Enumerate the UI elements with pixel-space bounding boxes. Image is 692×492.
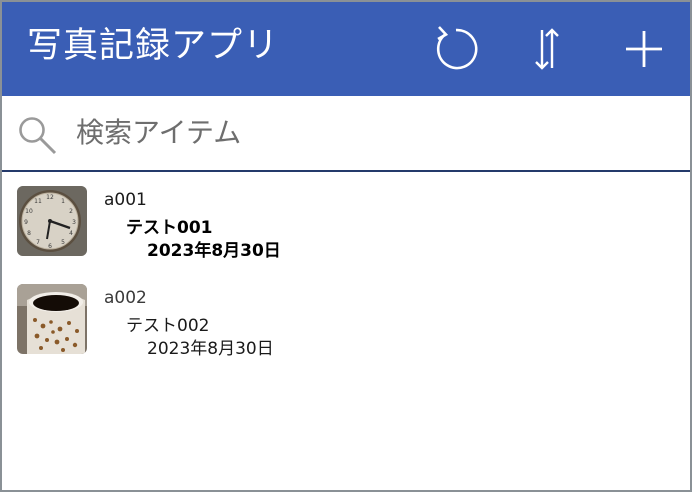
list-item[interactable]: a002 テスト002 2023年8月30日 — [2, 270, 690, 368]
search-bar — [2, 96, 690, 172]
app-title: 写真記録アプリ — [27, 26, 280, 66]
svg-text:12: 12 — [46, 194, 54, 201]
svg-text:7: 7 — [36, 239, 40, 246]
search-icon — [19, 117, 57, 155]
clock-photo: 12 1 2 3 4 5 6 7 8 9 10 11 — [17, 186, 87, 256]
item-date: 2023年8月30日 — [147, 339, 274, 359]
refresh-button[interactable] — [429, 24, 479, 74]
plus-icon — [626, 31, 662, 67]
svg-text:8: 8 — [27, 230, 31, 237]
refresh-icon — [436, 26, 478, 70]
sort-button[interactable] — [522, 24, 572, 74]
svg-text:3: 3 — [72, 219, 76, 226]
svg-text:1: 1 — [61, 198, 65, 205]
sort-icon — [535, 28, 559, 70]
add-button[interactable] — [619, 24, 669, 74]
search-input[interactable] — [76, 110, 666, 154]
coffee-cup-photo — [17, 284, 87, 354]
svg-text:2: 2 — [69, 208, 73, 215]
list-item[interactable]: 12 1 2 3 4 5 6 7 8 9 10 11 a001 テスト001 2… — [2, 172, 690, 270]
svg-text:9: 9 — [24, 219, 28, 226]
svg-text:4: 4 — [69, 230, 73, 237]
item-id: a002 — [104, 288, 147, 308]
app-frame: 写真記録アプリ 検索アイテム 12 1 2 3 4 5 6 7 8 9 10 1… — [0, 0, 692, 492]
svg-text:10: 10 — [25, 208, 33, 215]
item-date: 2023年8月30日 — [147, 241, 281, 261]
gallery-list: 12 1 2 3 4 5 6 7 8 9 10 11 a001 テスト001 2… — [2, 172, 690, 368]
app-header: 写真記録アプリ — [2, 2, 690, 96]
item-id: a001 — [104, 190, 147, 210]
item-title: テスト002 — [126, 316, 210, 336]
svg-text:6: 6 — [48, 243, 52, 250]
item-title: テスト001 — [126, 218, 213, 238]
svg-text:5: 5 — [61, 239, 65, 246]
svg-text:11: 11 — [34, 198, 42, 205]
